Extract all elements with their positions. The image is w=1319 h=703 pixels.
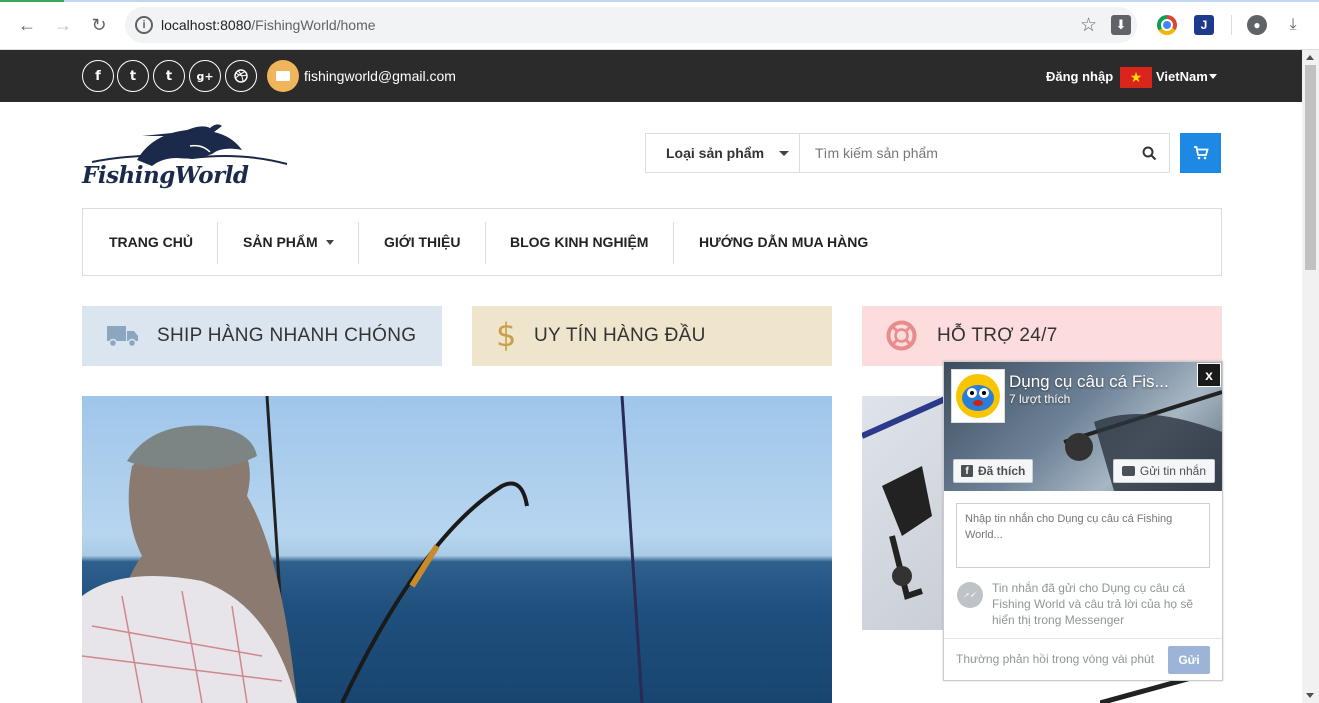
reel-photo [862, 396, 952, 600]
chevron-down-icon[interactable] [1209, 74, 1217, 79]
nav-divider [673, 222, 674, 264]
search-bar: Loại sản phẩm [645, 133, 1170, 173]
send-button[interactable]: Gửi [1168, 646, 1210, 674]
cart-icon [1193, 146, 1209, 160]
url-text[interactable]: localhost:8080/FishingWorld/home [161, 17, 376, 33]
browser-toolbar: ← → ↻ i localhost:8080/FishingWorld/home… [0, 0, 1319, 50]
logo-text: FishingWorld [82, 162, 249, 189]
fishing-photo [82, 396, 644, 703]
fb-widget-footer: Thường phản hồi trong vòng vài phút Gửi [944, 638, 1222, 680]
tab-accent [0, 0, 64, 2]
lifebuoy-icon [886, 320, 917, 351]
search-input[interactable] [801, 134, 1131, 172]
close-button[interactable]: x [1197, 363, 1221, 387]
nav-divider [358, 222, 359, 264]
mail-icon[interactable] [267, 60, 299, 92]
reply-time-note: Thường phản hồi trong vòng vài phút [956, 652, 1155, 666]
tumblr-icon[interactable]: t [153, 60, 185, 92]
main-navigation: TRANG CHỦ SẢN PHẨM GIỚI THIỆU BLOG KINH … [82, 208, 1222, 276]
fish-mascot-icon [956, 374, 1000, 418]
truck-icon [107, 326, 138, 348]
facebook-icon[interactable]: f [82, 60, 114, 92]
feature-label: UY TÍN HÀNG ĐẦU [534, 325, 706, 346]
hero-banner-image[interactable] [82, 396, 832, 703]
downloads-icon[interactable]: ⤓ [1283, 15, 1303, 35]
account-icon[interactable]: ● [1247, 15, 1267, 35]
scroll-up-icon[interactable] [1306, 55, 1314, 60]
send-message-button[interactable]: Gửi tin nhắn [1112, 459, 1215, 483]
reload-icon[interactable]: ↻ [87, 13, 111, 37]
page-likes: 7 lượt thích [1009, 392, 1071, 406]
dollar-icon: $ [496, 316, 517, 354]
site-info-icon[interactable]: i [135, 16, 153, 34]
product-image-reel[interactable] [862, 396, 952, 630]
send-message-label: Gửi tin nhắn [1139, 464, 1206, 478]
forward-icon[interactable]: → [51, 13, 75, 37]
liked-button[interactable]: f Đã thích [953, 459, 1034, 483]
download-page-icon[interactable]: ⬇ [1111, 15, 1131, 35]
facebook-messenger-widget: x Dụng cụ câu cá Fis... 7 lượt thích f Đ… [943, 361, 1223, 681]
page-scrollbar[interactable] [1302, 50, 1319, 703]
liked-label: Đã thích [978, 464, 1026, 478]
nav-item-products[interactable]: SẢN PHẨM [243, 209, 334, 275]
feature-label: SHIP HÀNG NHANH CHÓNG [157, 325, 417, 346]
messenger-info-text: Tin nhắn đã gửi cho Dụng cụ câu cá Fishi… [992, 581, 1194, 628]
category-dropdown[interactable]: Loại sản phẩm [646, 134, 800, 172]
feature-fast-shipping: SHIP HÀNG NHANH CHÓNG [82, 306, 442, 366]
messenger-icon [957, 582, 983, 608]
language-selector[interactable]: VietNam [1156, 69, 1208, 84]
nav-divider [217, 222, 218, 264]
tab-strip-line [0, 0, 1319, 2]
back-icon[interactable]: ← [15, 13, 39, 37]
nav-item-home[interactable]: TRANG CHỦ [109, 209, 193, 275]
feature-trusted: $ UY TÍN HÀNG ĐẦU [472, 306, 832, 366]
nav-item-about[interactable]: GIỚI THIỆU [384, 209, 461, 275]
toolbar-divider [1231, 15, 1232, 35]
page-avatar[interactable] [951, 369, 1005, 423]
scroll-thumb[interactable] [1305, 65, 1316, 270]
login-link[interactable]: Đăng nhập [1046, 69, 1113, 84]
web-page: f t t g+ fishingworld@gmail.com Đăng nhậ… [0, 50, 1302, 703]
feature-support: HỖ TRỢ 24/7 [862, 306, 1222, 366]
bookmark-star-icon[interactable]: ☆ [1080, 14, 1097, 37]
nav-item-blog[interactable]: BLOG KINH NGHIỆM [510, 209, 648, 275]
top-bar: f t t g+ fishingworld@gmail.com Đăng nhậ… [0, 50, 1302, 102]
nav-item-guide[interactable]: HƯỚNG DẪN MUA HÀNG [699, 209, 868, 275]
fb-cover-photo: x Dụng cụ câu cá Fis... 7 lượt thích f Đ… [944, 362, 1222, 491]
vietnam-flag-icon[interactable]: ★ [1120, 67, 1152, 88]
nav-item-label: SẢN PHẨM [243, 234, 318, 250]
page-title[interactable]: Dụng cụ câu cá Fis... [1009, 372, 1189, 392]
chrome-extension-icon[interactable] [1157, 15, 1177, 35]
category-label: Loại sản phẩm [666, 145, 765, 161]
search-icon [1142, 146, 1156, 160]
address-bar[interactable]: i localhost:8080/FishingWorld/home ☆ ⬇ [125, 7, 1137, 43]
search-button[interactable] [1129, 134, 1169, 172]
j-extension-icon[interactable]: J [1194, 15, 1214, 35]
scroll-down-icon[interactable] [1306, 693, 1314, 698]
cart-button[interactable] [1180, 133, 1221, 173]
dribbble-icon[interactable] [225, 60, 257, 92]
site-logo[interactable]: FishingWorld [82, 122, 300, 189]
contact-email[interactable]: fishingworld@gmail.com [304, 68, 456, 84]
feature-label: HỖ TRỢ 24/7 [937, 325, 1058, 346]
chevron-down-icon [779, 151, 789, 156]
facebook-icon: f [961, 465, 973, 477]
message-textarea[interactable] [956, 503, 1210, 568]
twitter-icon[interactable]: t [117, 60, 149, 92]
google-plus-icon[interactable]: g+ [189, 60, 221, 92]
messenger-chat-icon [1121, 466, 1135, 476]
nav-divider [485, 222, 486, 264]
chevron-down-icon [325, 239, 334, 245]
